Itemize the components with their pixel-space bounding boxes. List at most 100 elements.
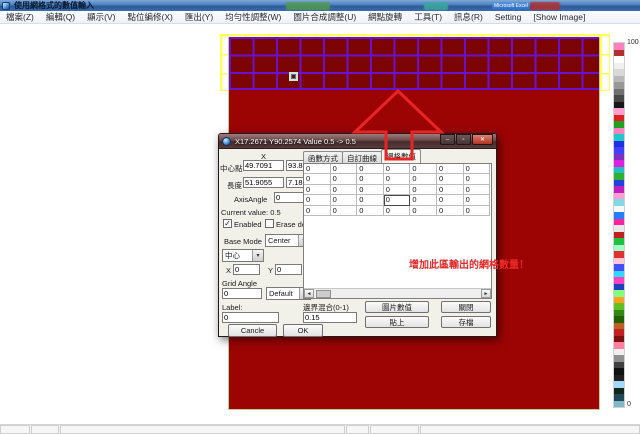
blend-field[interactable] — [303, 312, 357, 323]
grid-cell[interactable]: 0 — [384, 164, 411, 174]
paste-button[interactable]: 貼上 — [365, 316, 429, 328]
menu-item[interactable]: 均勻性調整(W) — [219, 11, 287, 24]
grid-values-list[interactable]: 00000000000000000000000000000000000 增加此區… — [303, 163, 492, 299]
chevron-down-icon[interactable]: ▾ — [252, 250, 263, 261]
maximize-icon[interactable]: ▫ — [456, 134, 471, 145]
cancel-button[interactable]: Cancle — [228, 324, 277, 337]
label-field[interactable] — [222, 312, 279, 323]
grid-angle-mode-value: Default — [267, 289, 299, 298]
anchor-mode-select[interactable]: 中心 ▾ — [222, 249, 264, 262]
grid-cell[interactable]: 0 — [437, 174, 464, 184]
grid-cell[interactable]: 0 — [331, 185, 358, 195]
base-mode-value: Center — [266, 236, 298, 245]
length-x-field[interactable] — [243, 177, 284, 188]
grid-cell[interactable]: 0 — [410, 206, 437, 216]
status-segment — [420, 425, 640, 434]
dialog-tabs: 函數方式 自訂曲線 網格數值 — [303, 149, 420, 163]
menu-item[interactable]: 匯出(Y) — [179, 11, 219, 24]
menu-item[interactable]: Setting — [489, 11, 527, 24]
grid-cell[interactable]: 0 — [331, 164, 358, 174]
grid-cell[interactable]: 0 — [437, 206, 464, 216]
titlebar-artifact-green — [286, 2, 330, 10]
palette-color-swatch[interactable] — [614, 401, 624, 408]
menu-item[interactable]: 網點旋轉 — [362, 11, 408, 24]
grid-cell[interactable]: 0 — [357, 206, 384, 216]
status-segment — [370, 425, 419, 434]
scrollbar-thumb[interactable] — [316, 290, 331, 298]
tab-function-mode[interactable]: 函數方式 — [303, 151, 343, 163]
window-titlebar: 使用網格式的數值輸入 Microsoft Excel — [0, 0, 640, 11]
grid-cell[interactable]: 0 — [357, 164, 384, 174]
menu-item[interactable]: 顯示(V) — [81, 11, 121, 24]
app-icon — [2, 2, 10, 10]
grid-cell[interactable]: 0 — [331, 195, 358, 205]
grid-cell[interactable]: 0 — [331, 206, 358, 216]
selected-grid-cell-marker[interactable] — [289, 72, 298, 81]
grid-cell[interactable]: 0 — [304, 206, 331, 216]
window-title: 使用網格式的數值輸入 — [14, 0, 94, 11]
offset-x-field[interactable] — [233, 264, 260, 275]
axis-angle-label: AxisAngle — [234, 195, 267, 204]
grid-values-table: 00000000000000000000000000000000000 — [304, 164, 490, 216]
grid-cell[interactable]: 0 — [437, 185, 464, 195]
grid-cell[interactable]: 0 — [357, 195, 384, 205]
menu-item[interactable]: 點位編修(X) — [121, 11, 178, 24]
dialog-icon — [222, 137, 231, 146]
ok-button[interactable]: OK — [283, 324, 323, 337]
status-segment — [60, 425, 345, 434]
grid-cell[interactable]: 0 — [410, 174, 437, 184]
grid-cell[interactable]: 0 — [384, 174, 411, 184]
close-icon[interactable]: ✕ — [472, 134, 493, 145]
background-window-label: Microsoft Excel — [492, 2, 530, 10]
current-value-text: Current value: 0.5 — [221, 208, 281, 217]
grid-cell[interactable]: 0 — [437, 195, 464, 205]
center-label: 中心點 — [220, 163, 242, 174]
grid-cell[interactable]: 0 — [357, 185, 384, 195]
minimize-icon[interactable]: – — [440, 134, 455, 145]
grid-cell[interactable]: 0 — [304, 174, 331, 184]
grid-cell[interactable]: 0 — [357, 174, 384, 184]
grid-angle-field[interactable] — [222, 288, 262, 299]
grid-cell[interactable]: 0 — [464, 174, 491, 184]
grid-cell[interactable]: 0 — [384, 185, 411, 195]
grid-cell[interactable]: 0 — [410, 164, 437, 174]
grid-cell[interactable]: 0 — [437, 164, 464, 174]
grid-value-dialog: X17.2671 Y90.2574 Value 0.5 -> 0.5 – ▫ ✕… — [218, 133, 497, 337]
grid-cell[interactable]: 0 — [331, 174, 358, 184]
menu-item[interactable]: 檔案(Z) — [0, 11, 40, 24]
erase-dots-checkbox[interactable] — [265, 219, 274, 228]
label-field-label: Label: — [222, 303, 242, 312]
status-segment — [346, 425, 369, 434]
tab-grid-values[interactable]: 網格數值 — [381, 149, 421, 163]
scroll-right-icon[interactable]: ► — [481, 289, 491, 298]
menu-item[interactable]: 編輯(Q) — [40, 11, 81, 24]
grid-cell[interactable]: 0 — [410, 185, 437, 195]
menu-item[interactable]: 訊息(R) — [448, 11, 489, 24]
grid-cell[interactable]: 0 — [304, 195, 331, 205]
center-x-field[interactable] — [243, 160, 284, 171]
scale-max-label: 100 — [627, 39, 639, 46]
grid-cell[interactable]: 0 — [304, 164, 331, 174]
grid-cell[interactable]: 0 — [410, 195, 437, 205]
grid-cell[interactable]: 0 — [464, 164, 491, 174]
save-button[interactable]: 存檔 — [441, 316, 491, 328]
grid-cell[interactable]: 0 — [464, 206, 491, 216]
menu-item[interactable]: 工具(T) — [408, 11, 448, 24]
offset-x-label: X — [226, 266, 231, 275]
menu-item[interactable]: 圖片合成調整(U) — [287, 11, 362, 24]
image-values-button[interactable]: 圖片數值 — [365, 301, 429, 313]
grid-cell[interactable]: 0 — [304, 185, 331, 195]
enabled-checkbox[interactable]: ✓ — [223, 219, 232, 228]
grid-cell[interactable]: 0 — [464, 185, 491, 195]
horizontal-scrollbar[interactable]: ◄ ► — [304, 288, 491, 298]
scroll-left-icon[interactable]: ◄ — [304, 289, 314, 298]
grid-cell[interactable]: 0 — [384, 195, 411, 205]
dialog-titlebar[interactable]: X17.2671 Y90.2574 Value 0.5 -> 0.5 – ▫ ✕ — [219, 134, 496, 149]
grid-cell[interactable]: 0 — [464, 195, 491, 205]
titlebar-artifact-red — [530, 2, 560, 10]
menu-item[interactable]: [Show Image] — [527, 11, 591, 24]
tab-custom-curve[interactable]: 自訂曲線 — [342, 151, 382, 163]
grid-cell[interactable]: 0 — [384, 206, 411, 216]
close-button[interactable]: 關閉 — [441, 301, 491, 313]
offset-y-field[interactable] — [275, 264, 302, 275]
